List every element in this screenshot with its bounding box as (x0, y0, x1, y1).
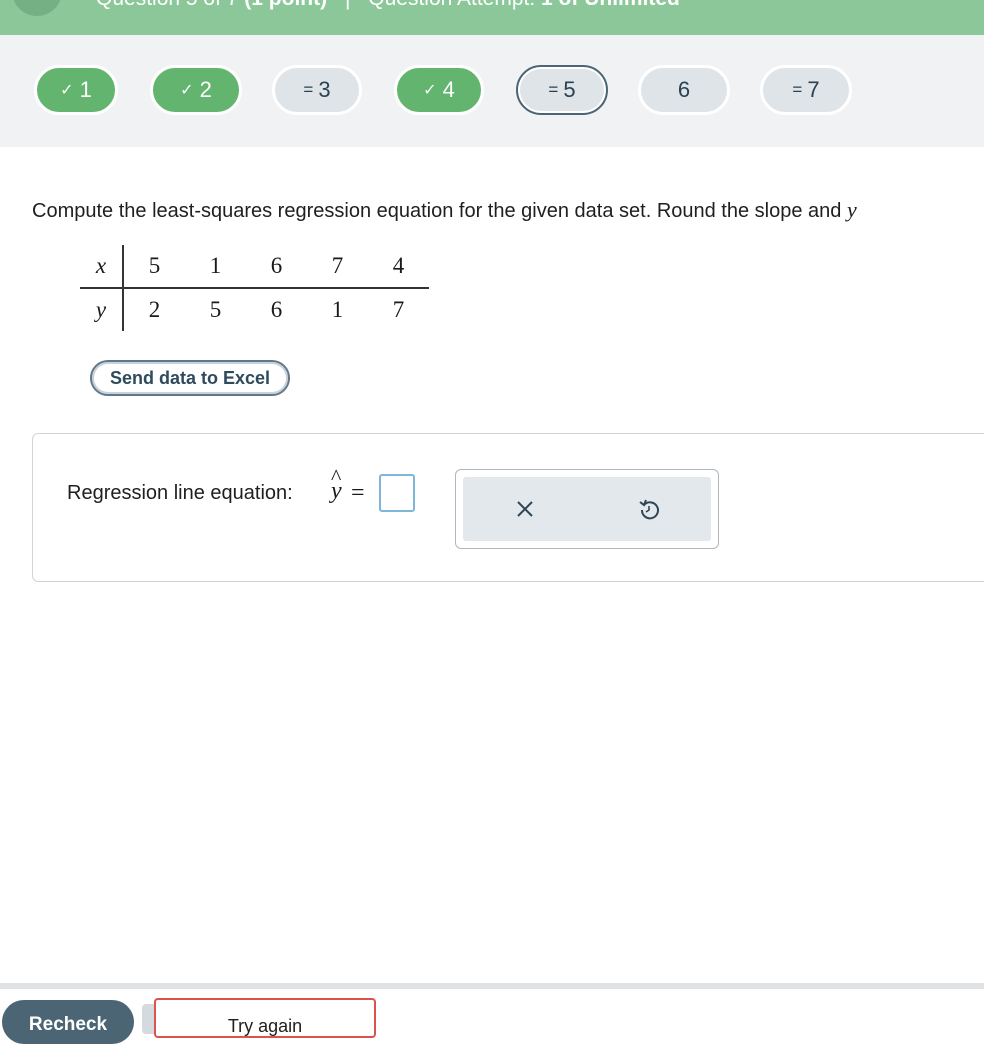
x-value: 5 (123, 245, 185, 289)
question-number: 4 (442, 77, 455, 102)
question-label: Question 5 of 7 (96, 0, 238, 10)
question-3-button[interactable]: = 3 (272, 65, 362, 115)
check-icon: ✓ (60, 82, 74, 99)
question-number: 1 (79, 77, 92, 102)
question-number: 3 (318, 77, 331, 102)
hat-icon: ^ (331, 464, 342, 489)
math-tools-panel (455, 469, 719, 549)
recheck-button[interactable]: Recheck (2, 1000, 134, 1044)
prompt-variable: y (846, 197, 857, 222)
send-to-excel-button[interactable]: Send data to Excel (90, 360, 290, 396)
back-button[interactable] (12, 0, 62, 16)
y-value: 5 (209, 297, 222, 322)
regression-answer-input[interactable] (379, 474, 415, 512)
attempt-label: Question Attempt: (368, 0, 535, 10)
attempt-value: 1 of Unlimited (541, 0, 680, 10)
y-hat-symbol: ^ y (331, 466, 342, 505)
y-row: y 2 5 6 1 7 (80, 288, 429, 331)
check-icon: ✓ (423, 82, 437, 99)
question-6-button[interactable]: 6 (638, 65, 730, 115)
points-label: (1 point) (244, 0, 327, 10)
question-navigation: ✓ 1 ✓ 2 = 3 ✓ 4 = 5 6 = 7 (0, 35, 984, 147)
question-number: 2 (199, 77, 212, 102)
question-prompt: Compute the least-squares regression equ… (32, 197, 857, 223)
header-separator: | (345, 0, 350, 10)
y-value: 6 (270, 297, 283, 322)
close-icon[interactable] (509, 493, 541, 525)
check-icon: ✓ (180, 82, 194, 99)
question-info: Question 5 of 7 (1 point) | Question Att… (96, 0, 680, 11)
regression-equation-label: Regression line equation: (67, 482, 293, 504)
answer-panel: Regression line equation: ^ y = (32, 433, 984, 582)
question-7-button[interactable]: = 7 (760, 65, 852, 115)
partial-icon: = (548, 80, 558, 99)
prompt-text: Compute the least-squares regression equ… (32, 200, 847, 222)
question-4-button[interactable]: ✓ 4 (394, 65, 484, 115)
y-label: y (80, 288, 124, 331)
question-2-button[interactable]: ✓ 2 (150, 65, 242, 115)
x-value: 1 (185, 245, 246, 289)
undo-icon[interactable] (633, 493, 665, 525)
top-header: Question 5 of 7 (1 point) | Question Att… (0, 0, 984, 35)
partial-icon: = (792, 80, 802, 99)
x-value: 7 (307, 245, 368, 289)
equals-sign: = (351, 480, 365, 506)
y-value: 1 (331, 297, 344, 322)
data-table: x 5 1 6 7 4 y 2 5 6 1 7 (80, 245, 429, 331)
try-again-button[interactable]: Try again (154, 998, 376, 1038)
x-label: x (80, 245, 124, 289)
x-row: x 5 1 6 7 4 (80, 245, 429, 289)
tools-tray (463, 477, 711, 541)
question-number: 6 (677, 77, 691, 102)
question-number: 5 (563, 77, 576, 102)
question-number: 7 (807, 77, 820, 102)
footer-divider (0, 983, 984, 989)
x-value: 4 (368, 245, 429, 289)
partial-icon: = (303, 80, 313, 99)
y-value: 7 (392, 297, 405, 322)
x-value: 6 (246, 245, 307, 289)
question-1-button[interactable]: ✓ 1 (34, 65, 118, 115)
question-5-button[interactable]: = 5 (516, 65, 608, 115)
y-value: 2 (148, 297, 161, 322)
